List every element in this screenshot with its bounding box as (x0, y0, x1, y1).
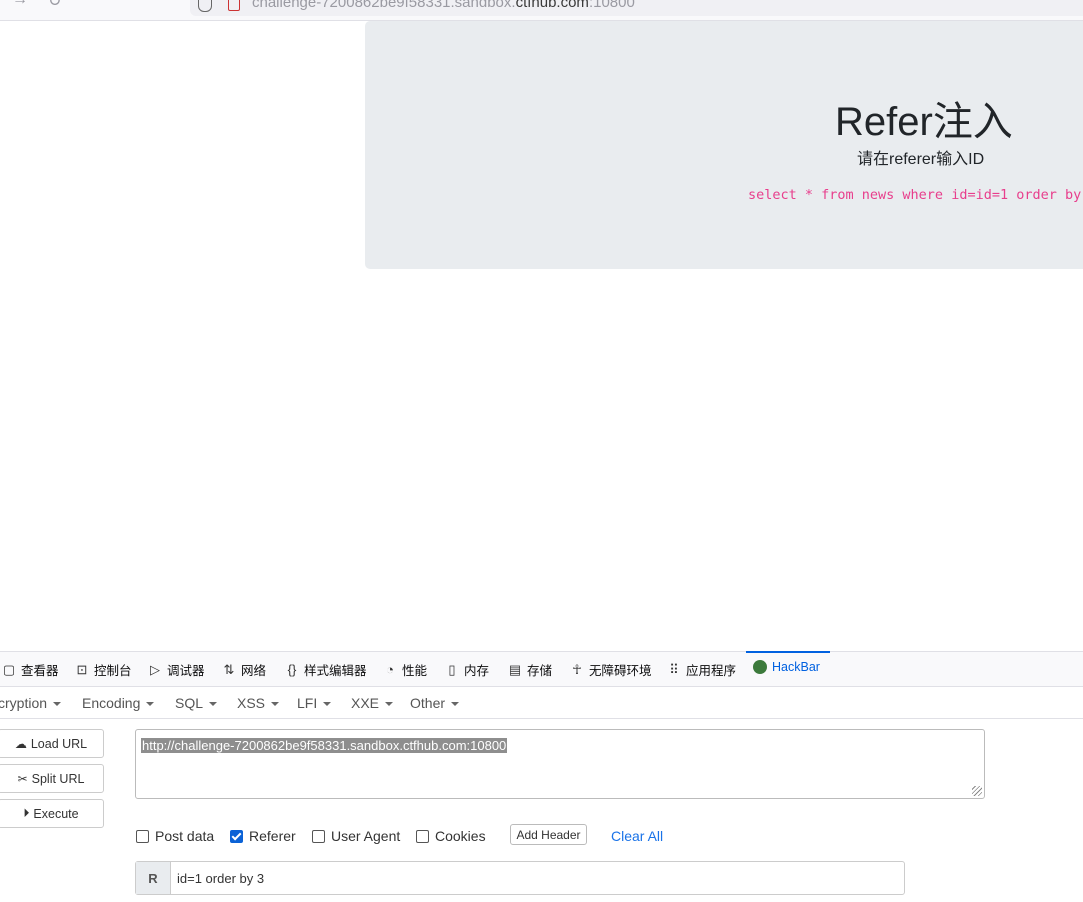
address-bar[interactable]: challenge-7200862be9f58331.sandbox.ctfhu… (190, 0, 1083, 16)
shield-icon (198, 0, 212, 12)
referer-option[interactable]: Referer (230, 828, 296, 844)
chevron-down-icon (451, 702, 460, 707)
tab-style-editor[interactable]: {} 样式编辑器 (285, 660, 367, 679)
hackbar-menu: cryption Encoding SQL XSS LFI XXE Other (0, 686, 1083, 719)
page-subtitle: 请在referer输入ID (857, 151, 985, 168)
cloud-download-icon: ☁ (14, 736, 27, 751)
console-icon: ⊡ (76, 661, 88, 677)
play-circle-icon: ⏵ (23, 806, 30, 820)
referer-label: R (136, 862, 171, 894)
hackbar-icon (753, 660, 767, 674)
forward-icon[interactable]: → (12, 0, 28, 9)
network-icon: ⇅ (223, 661, 235, 677)
post-data-option[interactable]: Post data (136, 828, 214, 844)
split-url-button[interactable]: ✂ Split URL (0, 764, 104, 793)
tab-memory[interactable]: ▯ 内存 (445, 660, 489, 679)
page-title: Refer注入 (835, 100, 1013, 144)
performance-icon: ◔ (386, 662, 394, 677)
storage-icon: ▤ (508, 661, 522, 677)
style-editor-icon: {} (287, 662, 297, 677)
address-text: challenge-7200862be9f58331.sandbox.ctfhu… (252, 0, 635, 11)
accessibility-icon: ☥ (572, 661, 582, 677)
post-data-checkbox[interactable] (136, 829, 149, 843)
memory-icon: ▯ (448, 661, 456, 677)
add-header-button[interactable]: Add Header (510, 824, 587, 845)
referer-input[interactable]: id=1 order by 3 (177, 871, 264, 886)
menu-lfi[interactable]: LFI (297, 695, 332, 711)
chevron-down-icon (385, 702, 394, 707)
url-text: http://challenge-7200862be9f58331.sandbo… (141, 738, 508, 753)
menu-other[interactable]: Other (410, 695, 460, 711)
url-textarea[interactable]: http://challenge-7200862be9f58331.sandbo… (135, 729, 985, 799)
chevron-down-icon (271, 702, 280, 707)
devtools-tabbar: ▢ 查看器 ⊡ 控制台 ▷ 调试器 ⇅ 网络 {} 样式编辑器 ◔ 性能 ▯ 内存 ▤ 存储 ☥… (0, 651, 1083, 687)
menu-xxe[interactable]: XXE (351, 695, 394, 711)
jumbotron: Refer注入 请在referer输入ID select * from news… (365, 21, 1083, 269)
cookies-checkbox[interactable] (416, 829, 429, 843)
chevron-down-icon (323, 702, 332, 707)
tab-console[interactable]: ⊡ 控制台 (75, 660, 132, 679)
menu-encoding[interactable]: Encoding (82, 695, 155, 711)
tab-hackbar[interactable]: HackBar (753, 660, 820, 674)
execute-button[interactable]: ⏵ Execute (0, 799, 104, 828)
resize-grip-icon[interactable] (972, 786, 982, 796)
clear-all-link[interactable]: Clear All (611, 828, 663, 844)
chevron-down-icon (209, 702, 218, 707)
inspector-icon: ▢ (2, 661, 16, 677)
reload-icon[interactable]: ↻ (48, 0, 61, 11)
referer-checkbox[interactable] (230, 829, 243, 843)
debugger-icon: ▷ (150, 661, 160, 677)
sql-query: select * from news where id=id=1 order b… (748, 187, 1082, 203)
menu-encryption[interactable]: cryption (0, 695, 62, 711)
load-url-button[interactable]: ☁ Load URL (0, 729, 104, 758)
application-icon: ⠿ (669, 661, 679, 677)
user-agent-checkbox[interactable] (312, 829, 325, 843)
chevron-down-icon (146, 702, 155, 707)
tab-storage[interactable]: ▤ 存储 (508, 660, 552, 679)
active-tab-indicator (746, 651, 830, 653)
tab-debugger[interactable]: ▷ 调试器 (148, 660, 205, 679)
chevron-down-icon (53, 702, 62, 707)
referer-field: R id=1 order by 3 (135, 861, 905, 895)
tab-accessibility[interactable]: ☥ 无障碍环境 (570, 660, 651, 679)
cookies-option[interactable]: Cookies (416, 828, 486, 844)
insecure-lock-icon (228, 0, 240, 11)
menu-sql[interactable]: SQL (175, 695, 218, 711)
tab-application[interactable]: ⠿ 应用程序 (667, 660, 736, 679)
browser-toolbar: → ↻ challenge-7200862be9f58331.sandbox.c… (0, 0, 1083, 21)
user-agent-option[interactable]: User Agent (312, 828, 400, 844)
menu-xss[interactable]: XSS (237, 695, 280, 711)
tab-network[interactable]: ⇅ 网络 (222, 660, 266, 679)
tab-performance[interactable]: ◔ 性能 (383, 660, 427, 679)
tab-inspector[interactable]: ▢ 查看器 (2, 660, 59, 679)
scissors-icon: ✂ (17, 771, 28, 786)
